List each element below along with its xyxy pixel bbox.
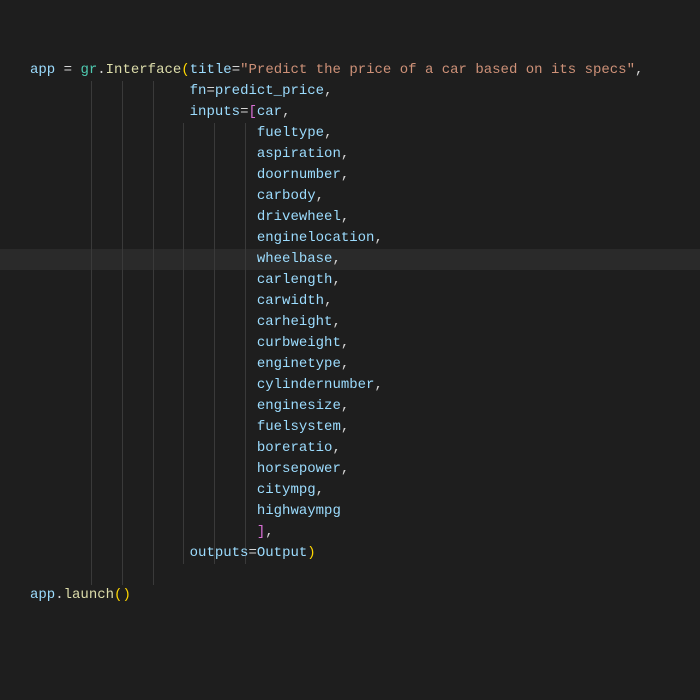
code-line[interactable]: curbweight, [30, 333, 700, 354]
code-content: app = gr.Interface(title="Predict the pr… [30, 60, 700, 606]
code-line[interactable]: carheight, [30, 312, 700, 333]
code-line[interactable]: enginelocation, [30, 228, 700, 249]
code-line[interactable]: app.launch() [30, 585, 700, 606]
code-line[interactable]: fuelsystem, [30, 417, 700, 438]
code-line[interactable]: drivewheel, [30, 207, 700, 228]
code-line[interactable]: outputs=Output) [30, 543, 700, 564]
code-line[interactable]: citympg, [30, 480, 700, 501]
code-line[interactable]: inputs=[car, [30, 102, 700, 123]
code-line[interactable]: enginesize, [30, 396, 700, 417]
code-line[interactable]: aspiration, [30, 144, 700, 165]
code-editor[interactable]: app = gr.Interface(title="Predict the pr… [0, 0, 700, 606]
code-line[interactable]: highwaympg [30, 501, 700, 522]
code-line[interactable]: fn=predict_price, [30, 81, 700, 102]
code-line[interactable]: wheelbase, [30, 249, 700, 270]
code-line[interactable]: enginetype, [30, 354, 700, 375]
code-line[interactable]: carbody, [30, 186, 700, 207]
code-line[interactable]: carlength, [30, 270, 700, 291]
code-line[interactable] [30, 564, 700, 585]
code-line[interactable]: app = gr.Interface(title="Predict the pr… [30, 60, 700, 81]
code-line[interactable]: doornumber, [30, 165, 700, 186]
code-line[interactable]: ], [30, 522, 700, 543]
code-line[interactable]: horsepower, [30, 459, 700, 480]
code-line[interactable]: carwidth, [30, 291, 700, 312]
code-line[interactable]: cylindernumber, [30, 375, 700, 396]
code-line[interactable]: boreratio, [30, 438, 700, 459]
code-line[interactable]: fueltype, [30, 123, 700, 144]
